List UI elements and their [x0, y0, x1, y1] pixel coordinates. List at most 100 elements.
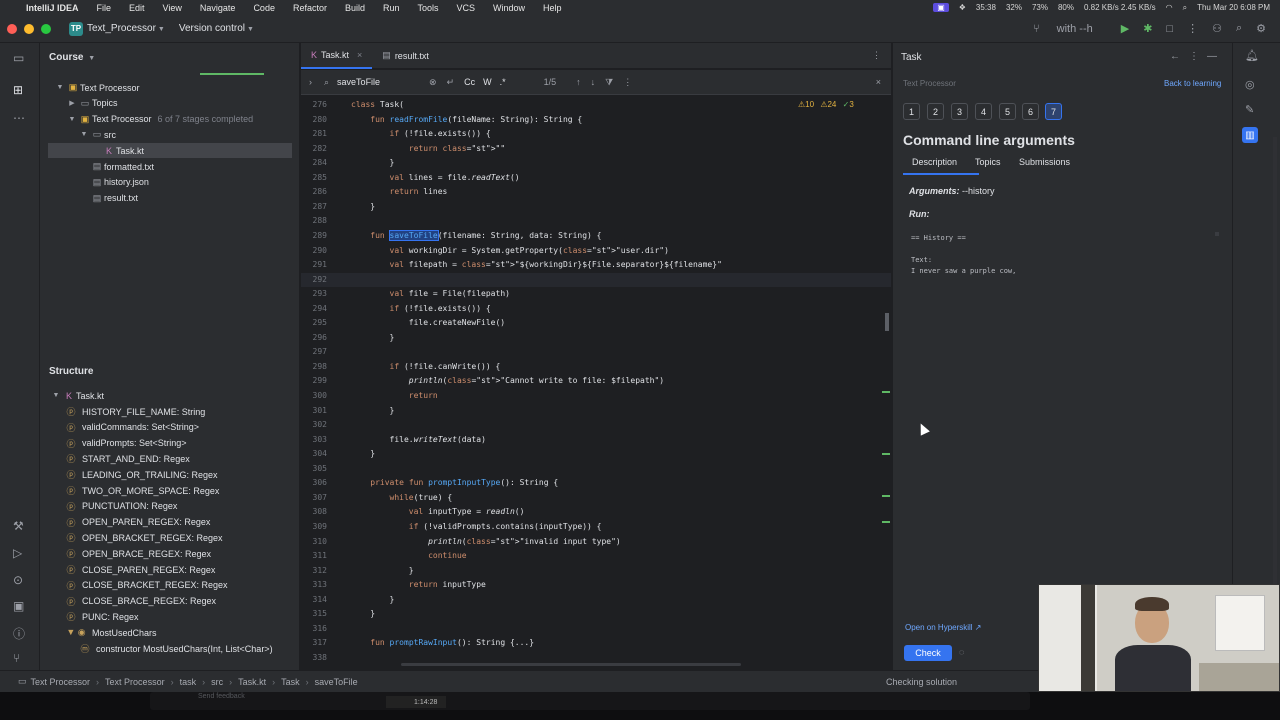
find-input[interactable]: saveToFile	[337, 77, 429, 87]
code-line[interactable]: 297	[301, 345, 891, 359]
code-line[interactable]: 287 }	[301, 200, 891, 214]
structure-item[interactable]: ⓟ PUNCTUATION: Regex	[64, 499, 177, 514]
course-tree-item[interactable]: ▤ formatted.txt	[48, 159, 292, 174]
code-area[interactable]: 276 class Task(280 fun readFromFile(fileN…	[301, 98, 891, 662]
course-tree-item[interactable]: ▼ ▣ Text Processor	[48, 80, 292, 95]
run-config-selector[interactable]: ⑂ with --h	[1033, 23, 1107, 35]
menu-code[interactable]: Code	[253, 3, 275, 13]
arrow-left-icon[interactable]: ←	[1170, 51, 1180, 62]
notifications-icon[interactable]: 🔔︎	[1245, 49, 1259, 62]
code-line[interactable]: 308 val inputType = readln()	[301, 505, 891, 519]
menu-refactor[interactable]: Refactor	[293, 3, 327, 13]
structure-item[interactable]: ⓜ constructor MostUsedChars(Int, List<Cha…	[78, 641, 272, 656]
breadcrumb-item[interactable]: Text Processor	[105, 677, 165, 687]
arrow-down-icon[interactable]: ↓	[591, 77, 596, 87]
structure-item[interactable]: ⓟ CLOSE_BRACKET_REGEX: Regex	[64, 578, 227, 593]
run-icon[interactable]: ▶	[1121, 22, 1129, 35]
more-tools-icon[interactable]: ⋯	[13, 111, 25, 125]
code-line[interactable]: 284 }	[301, 156, 891, 170]
code-line[interactable]: 317 fun promptRawInput(): String {...}	[301, 636, 891, 650]
step-4-button[interactable]: 4	[975, 103, 992, 120]
step-5-button[interactable]: 5	[999, 103, 1016, 120]
tab-task-kt[interactable]: K Task.kt ×	[301, 43, 373, 69]
menu-app-name[interactable]: IntelliJ IDEA	[26, 3, 79, 13]
step-2-button[interactable]: 2	[927, 103, 944, 120]
code-line[interactable]: 307 while(true) {	[301, 491, 891, 505]
code-line[interactable]: 306 private fun promptInputType(): Strin…	[301, 476, 891, 490]
terminal-icon[interactable]: ▣	[13, 599, 24, 613]
code-line[interactable]: 301 }	[301, 404, 891, 418]
project-tool-icon[interactable]: ▭	[13, 51, 24, 65]
code-line[interactable]: 314 }	[301, 593, 891, 607]
task-tool-icon[interactable]: ▥	[1242, 127, 1258, 143]
structure-item[interactable]: ⓟ CLOSE_BRACE_REGEX: Regex	[64, 594, 216, 609]
vcs-selector[interactable]: Version control ▼	[179, 23, 254, 34]
code-line[interactable]: 286 return lines	[301, 185, 891, 199]
settings-icon[interactable]: ⚙	[1256, 22, 1266, 35]
stop-icon[interactable]: □	[1166, 23, 1173, 35]
expand-find-icon[interactable]: ›	[309, 77, 312, 87]
breadcrumb-item[interactable]: saveToFile	[315, 677, 358, 687]
code-line[interactable]: 290 val workingDir = System.getProperty(…	[301, 244, 891, 258]
breadcrumb-item[interactable]: Task	[281, 677, 300, 687]
zoom-window-button[interactable]	[41, 23, 51, 34]
history-icon[interactable]: ↵	[447, 77, 455, 88]
course-tree-item[interactable]: ▼ ▣ Text Processor 6 of 7 stages completed	[48, 112, 292, 127]
breadcrumb-item[interactable]: Task.kt	[238, 677, 266, 687]
code-line[interactable]: 281 if (!file.exists()) {	[301, 127, 891, 141]
structure-item[interactable]: ⓟ START_AND_END: Regex	[64, 451, 189, 466]
course-tool-icon[interactable]: ⊞	[13, 83, 23, 97]
code-line[interactable]: 296 }	[301, 331, 891, 345]
minimize-window-button[interactable]	[24, 23, 34, 34]
course-tree-item[interactable]: ▶ ▭ Topics	[48, 96, 292, 111]
code-line[interactable]: 311 continue	[301, 549, 891, 563]
code-line[interactable]: 303 file.writeText(data)	[301, 433, 891, 447]
search-icon[interactable]: ⌕	[1183, 3, 1187, 13]
services-icon[interactable]: ⊙	[13, 573, 23, 587]
git-icon[interactable]: ⑂	[13, 651, 20, 665]
datetime[interactable]: Thu Mar 20 6:08 PM	[1197, 3, 1270, 12]
structure-item[interactable]: ⓟ validPrompts: Set<String>	[64, 436, 186, 451]
structure-item[interactable]: ⓟ OPEN_BRACKET_REGEX: Regex	[64, 530, 222, 545]
structure-item[interactable]: ⓟ CLOSE_PAREN_REGEX: Regex	[64, 562, 215, 577]
code-line[interactable]: 304 }	[301, 447, 891, 461]
search-everywhere-icon[interactable]: ⌕	[1236, 22, 1242, 35]
dropbox-icon[interactable]: ❖	[959, 3, 966, 12]
code-line[interactable]: 299 println(class="st">"Cannot write to …	[301, 374, 891, 388]
structure-item[interactable]: ⓟ OPEN_BRACE_REGEX: Regex	[64, 546, 211, 561]
code-line[interactable]: 310 println(class="st">"invalid input ty…	[301, 535, 891, 549]
more-icon[interactable]: ⋮	[1189, 51, 1199, 62]
structure-item[interactable]: ⓟ OPEN_PAREN_REGEX: Regex	[64, 515, 210, 530]
code-line[interactable]: 289 fun saveToFile(filename: String, dat…	[301, 229, 891, 243]
code-line[interactable]: 305	[301, 462, 891, 476]
step-3-button[interactable]: 3	[951, 103, 968, 120]
step-7-button[interactable]: 7	[1045, 103, 1062, 120]
code-line[interactable]: 291 val filepath = class="st">"${working…	[301, 258, 891, 272]
code-line[interactable]: 288	[301, 214, 891, 228]
code-line[interactable]: 276 class Task(	[301, 98, 891, 112]
problems-icon[interactable]: ⓘ	[13, 625, 25, 642]
menu-build[interactable]: Build	[345, 3, 365, 13]
hammer-icon[interactable]: ⚒	[13, 519, 24, 533]
menu-help[interactable]: Help	[543, 3, 562, 13]
chevron-down-icon[interactable]: ▼	[66, 116, 78, 123]
regex-toggle[interactable]: .*	[500, 77, 506, 87]
chevron-down-icon[interactable]: ▼	[78, 131, 90, 138]
code-line[interactable]: 285 val lines = file.readText()	[301, 171, 891, 185]
code-line[interactable]: 313 return inputType	[301, 578, 891, 592]
menu-navigate[interactable]: Navigate	[200, 3, 236, 13]
code-line[interactable]: 312 }	[301, 564, 891, 578]
breadcrumb-item[interactable]: src	[211, 677, 223, 687]
task-scrollbar[interactable]	[1273, 137, 1277, 617]
subtab-topics[interactable]: Topics	[975, 157, 1001, 167]
code-line[interactable]: 315 }	[301, 607, 891, 621]
code-line[interactable]: 294 if (!file.exists()) {	[301, 302, 891, 316]
add-user-icon[interactable]: ⚇	[1212, 22, 1222, 35]
code-line[interactable]: 292	[301, 272, 891, 287]
menu-vcs[interactable]: VCS	[457, 3, 476, 13]
menu-view[interactable]: View	[163, 3, 182, 13]
step-1-button[interactable]: 1	[903, 103, 920, 120]
breadcrumb-item[interactable]: task	[180, 677, 197, 687]
ai-assistant-icon[interactable]: ◎	[1245, 78, 1255, 91]
course-panel-header[interactable]: Course ▼	[49, 52, 95, 63]
